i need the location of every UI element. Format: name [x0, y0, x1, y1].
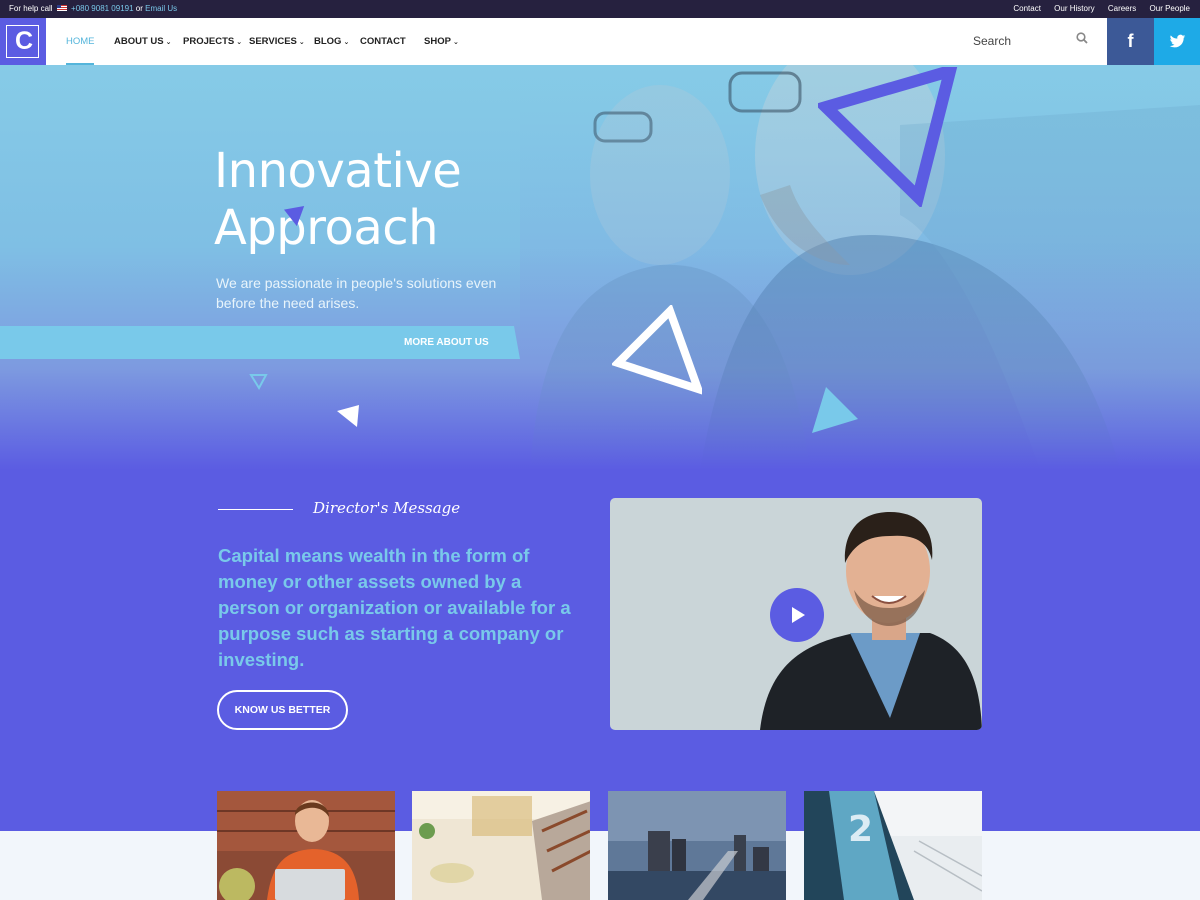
search-icon[interactable] — [1076, 32, 1088, 44]
email-link[interactable]: Email Us — [145, 4, 177, 13]
directors-message-label: Director's Message — [313, 499, 461, 517]
twitter-button[interactable] — [1154, 18, 1200, 65]
top-link-careers[interactable]: Careers — [1108, 4, 1136, 13]
help-prefix: For help call — [9, 4, 53, 13]
nav-item-shop[interactable]: SHOP ⌄ — [424, 36, 459, 47]
thumbnail-image — [412, 791, 590, 900]
bottom-band — [0, 831, 1200, 900]
section-divider-line — [218, 509, 293, 510]
nav-item-home[interactable]: HOME — [66, 36, 95, 47]
nav-item-label: PROJECTS — [183, 36, 235, 47]
nav-item-label: SERVICES — [249, 36, 297, 47]
nav-item-label: HOME — [66, 36, 95, 47]
top-link-our-people[interactable]: Our People — [1150, 4, 1190, 13]
thumbnail-image — [217, 791, 395, 900]
blue-triangle-filled — [812, 387, 858, 433]
thumbnail-city-skyline[interactable] — [608, 791, 786, 900]
chevron-down-icon: ⌄ — [165, 39, 172, 46]
know-us-better-button[interactable]: KNOW US BETTER — [217, 690, 348, 730]
title-accent-triangle — [284, 206, 305, 227]
purple-triangle-outline — [818, 67, 958, 207]
nav-item-services[interactable]: SERVICES ⌄ — [249, 36, 305, 47]
thumbnail-image: 2 — [804, 791, 982, 900]
nav-item-about-us[interactable]: ABOUT US ⌄ — [114, 36, 172, 47]
search-input[interactable]: Search — [973, 34, 1011, 48]
chevron-down-icon: ⌄ — [452, 39, 459, 46]
chevron-down-icon: ⌄ — [298, 39, 305, 46]
nav-item-label: CONTACT — [360, 36, 406, 47]
thumbnail-person-laptop[interactable] — [217, 791, 395, 900]
nav-item-contact[interactable]: CONTACT — [360, 36, 406, 47]
hero-title-line-2: Approach — [214, 200, 439, 256]
svg-text:2: 2 — [848, 809, 873, 850]
hero-section: Innovative Approach We are passionate in… — [0, 65, 1200, 470]
directors-message-text: Capital means wealth in the form of mone… — [218, 545, 571, 670]
nav-item-label: ABOUT US — [114, 36, 164, 47]
phone-link[interactable]: +080 9081 09191 — [71, 4, 134, 13]
white-triangle-outline — [612, 305, 702, 395]
facebook-icon: f — [1127, 31, 1134, 51]
hero-title: Innovative Approach — [214, 143, 462, 257]
top-link-our-history[interactable]: Our History — [1054, 4, 1094, 13]
top-link-contact[interactable]: Contact — [1013, 4, 1041, 13]
play-icon[interactable] — [770, 588, 824, 642]
more-about-us-button[interactable]: MORE ABOUT US — [0, 326, 520, 359]
nav-item-blog[interactable]: BLOG ⌄ — [314, 36, 349, 47]
logo[interactable]: C — [0, 18, 46, 65]
or-text: or — [135, 4, 143, 13]
top-bar: For help call +080 9081 09191 or Email U… — [0, 0, 1200, 18]
nav-item-label: BLOG — [314, 36, 342, 47]
top-links: Contact Our History Careers Our People — [1002, 4, 1190, 13]
logo-letter: C — [15, 27, 34, 55]
logo-frame: C — [6, 25, 39, 58]
thumbnail-office-interior[interactable] — [412, 791, 590, 900]
hero-title-line-1: Innovative — [214, 143, 462, 199]
facebook-button[interactable]: f — [1107, 18, 1154, 65]
main-nav: C HOME ABOUT US ⌄ PROJECTS ⌄ SERVICES ⌄ BLO… — [0, 18, 1200, 65]
help-line: For help call +080 9081 09191 or Email U… — [9, 4, 177, 13]
hero-subtitle: We are passionate in people's solutions … — [216, 275, 497, 311]
more-about-us-label: MORE ABOUT US — [404, 337, 489, 348]
chevron-down-icon: ⌄ — [236, 39, 243, 46]
nav-item-label: SHOP — [424, 36, 451, 47]
small-triangle-outline — [249, 374, 268, 391]
nav-item-projects[interactable]: PROJECTS ⌄ — [183, 36, 242, 47]
thumbnail-image — [608, 791, 786, 900]
twitter-icon — [1169, 34, 1186, 48]
thumbnail-train-snow[interactable]: 2 — [804, 791, 982, 900]
chevron-down-icon: ⌄ — [343, 39, 350, 46]
video-card[interactable] — [610, 498, 982, 730]
flag-icon — [56, 5, 67, 11]
white-triangle-small — [337, 405, 359, 427]
